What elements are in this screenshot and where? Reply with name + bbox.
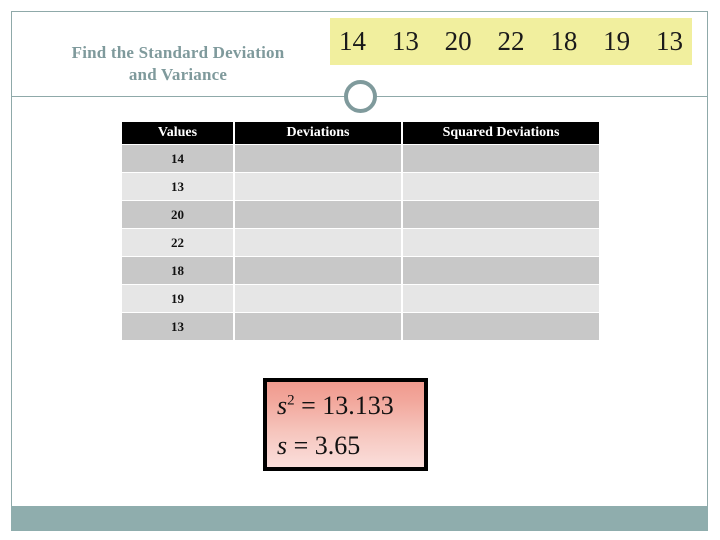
data-value: 13	[391, 26, 419, 56]
column-header-deviations: Deviations	[235, 122, 401, 144]
circle-ring-icon	[344, 80, 377, 113]
stddev-formula: s = 3.65	[277, 426, 424, 466]
table-row: 19	[122, 285, 599, 312]
data-value: 18	[550, 26, 578, 56]
cell-value: 13	[122, 173, 233, 200]
variance-value: 13.133	[322, 391, 394, 420]
cell-squared-deviation[interactable]	[403, 229, 599, 256]
footer-bar	[11, 506, 708, 531]
cell-value: 22	[122, 229, 233, 256]
cell-deviation[interactable]	[235, 173, 401, 200]
stddev-symbol: s	[277, 431, 288, 460]
answer-box: s2 = 13.133 s = 3.65	[263, 378, 428, 471]
variance-equals: =	[294, 391, 323, 420]
cell-deviation[interactable]	[235, 145, 401, 172]
variance-symbol: s	[277, 391, 288, 420]
table-row: 22	[122, 229, 599, 256]
cell-value: 14	[122, 145, 233, 172]
table-row: 20	[122, 201, 599, 228]
data-value: 14	[339, 26, 366, 56]
column-header-squared-deviations: Squared Deviations	[403, 122, 599, 144]
page-title-line-2: and Variance	[128, 65, 228, 84]
cell-deviation[interactable]	[235, 257, 401, 284]
data-value: 19	[603, 26, 631, 56]
cell-squared-deviation[interactable]	[403, 313, 599, 340]
column-header-values: Values	[122, 122, 233, 144]
deviations-table: Values Deviations Squared Deviations 14 …	[120, 121, 601, 341]
slide-canvas: Find the Standard Deviation and Variance…	[0, 0, 720, 540]
cell-value: 13	[122, 313, 233, 340]
cell-squared-deviation[interactable]	[403, 285, 599, 312]
stddev-equals: =	[287, 431, 315, 460]
stddev-value: 3.65	[314, 431, 361, 460]
data-value: 22	[497, 26, 525, 56]
cell-deviation[interactable]	[235, 229, 401, 256]
variance-exponent: 2	[287, 392, 295, 409]
table-row: 13	[122, 313, 599, 340]
table-row: 18	[122, 257, 599, 284]
cell-squared-deviation[interactable]	[403, 201, 599, 228]
highlighted-values-strip: 14 13 20 22 18 19 13	[330, 18, 692, 65]
cell-deviation[interactable]	[235, 201, 401, 228]
cell-squared-deviation[interactable]	[403, 257, 599, 284]
cell-value: 20	[122, 201, 233, 228]
data-value: 20	[444, 26, 472, 56]
cell-squared-deviation[interactable]	[403, 145, 599, 172]
data-value: 13	[655, 26, 683, 56]
table-row: 13	[122, 173, 599, 200]
cell-deviation[interactable]	[235, 313, 401, 340]
table-row: 14	[122, 145, 599, 172]
cell-deviation[interactable]	[235, 285, 401, 312]
cell-squared-deviation[interactable]	[403, 173, 599, 200]
page-title: Find the Standard Deviation and Variance	[18, 42, 338, 86]
page-title-line-1: Find the Standard Deviation	[71, 43, 285, 62]
table-header-row: Values Deviations Squared Deviations	[122, 122, 599, 144]
cell-value: 19	[122, 285, 233, 312]
variance-formula: s2 = 13.133	[277, 386, 424, 426]
cell-value: 18	[122, 257, 233, 284]
